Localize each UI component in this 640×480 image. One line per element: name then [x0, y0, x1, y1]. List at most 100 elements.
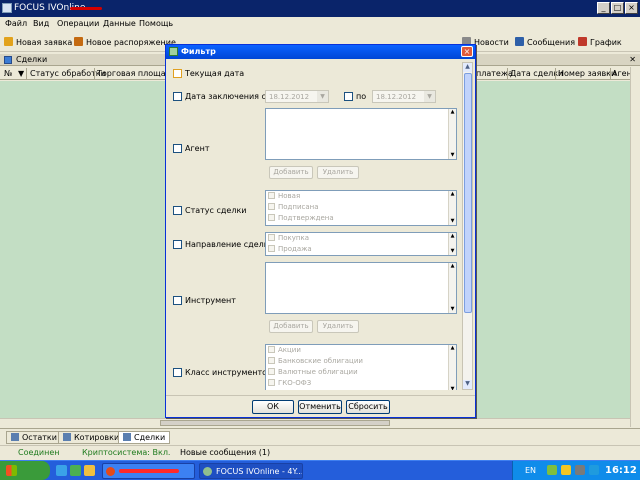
- direction-scrollbar[interactable]: ▲ ▼: [448, 233, 456, 255]
- main-vertical-scrollbar[interactable]: [630, 67, 640, 427]
- deal-status-label: Статус сделки: [185, 206, 247, 215]
- menu-operations[interactable]: Операции: [57, 19, 99, 28]
- new-order-button[interactable]: Новая заявка: [4, 37, 72, 49]
- instrument-add-button[interactable]: Добавить: [269, 320, 313, 333]
- ok-button[interactable]: ОК: [252, 400, 294, 414]
- scroll-down-icon[interactable]: ▼: [463, 380, 472, 389]
- agent-list-scrollbar[interactable]: ▲ ▼: [448, 109, 456, 159]
- messages-icon: [515, 37, 524, 46]
- dialog-vertical-scrollbar[interactable]: ▲ ▼: [462, 62, 473, 390]
- deal-status-checkbox[interactable]: [173, 206, 182, 215]
- chevron-down-icon[interactable]: ▼: [424, 91, 435, 102]
- taskbar-item-redacted[interactable]: [102, 463, 195, 479]
- deal-status-scrollbar[interactable]: ▲ ▼: [448, 191, 456, 225]
- current-date-checkbox[interactable]: [173, 69, 182, 78]
- dialog-footer: ОК Отменить Сбросить: [166, 395, 475, 417]
- start-button[interactable]: [0, 461, 50, 480]
- chart-button[interactable]: График: [578, 37, 622, 49]
- menu-file[interactable]: Файл: [5, 19, 27, 28]
- date-from-input[interactable]: 18.12.2012 ▼: [265, 90, 329, 103]
- new-instruction-button[interactable]: Новое распоряжение: [74, 37, 176, 49]
- deal-status-list[interactable]: Новая Подписана Подтверждена ▲ ▼: [265, 190, 457, 226]
- direction-label: Направление сделки: [185, 240, 274, 249]
- instrument-list-scrollbar[interactable]: ▲ ▼: [448, 263, 456, 313]
- messages-button[interactable]: Сообщения: [515, 37, 575, 49]
- main-horizontal-scrollbar[interactable]: [0, 418, 630, 427]
- agent-delete-button[interactable]: Удалить: [317, 166, 359, 179]
- dialog-scroll-thumb[interactable]: [464, 73, 472, 313]
- redacted-mark: [70, 7, 102, 10]
- menu-view[interactable]: Вид: [33, 19, 49, 28]
- date-to-input[interactable]: 18.12.2012 ▼: [372, 90, 436, 103]
- list-item[interactable]: Акции: [268, 346, 301, 356]
- current-date-label: Текущая дата: [185, 69, 245, 78]
- network-icon[interactable]: [575, 465, 585, 475]
- list-item[interactable]: ГКО-ОФЗ: [268, 379, 311, 389]
- minimize-button[interactable]: _: [597, 2, 610, 14]
- taskbar: FOCUS IVOnline - 4Y... EN 16:12: [0, 460, 640, 480]
- scrollbar-thumb[interactable]: [160, 420, 390, 426]
- list-item[interactable]: Покупка: [268, 234, 309, 244]
- instrument-class-list[interactable]: Акции Банковские облигации Валютные обли…: [265, 344, 457, 390]
- quotes-icon: [63, 433, 71, 441]
- list-item[interactable]: Подтверждена: [268, 214, 334, 224]
- date-to-checkbox[interactable]: [344, 92, 353, 101]
- list-item[interactable]: Валютные облигации: [268, 368, 358, 378]
- menu-help[interactable]: Помощь: [139, 19, 173, 28]
- tray-info-icon[interactable]: [589, 465, 599, 475]
- panel-close-icon[interactable]: ✕: [629, 55, 636, 64]
- close-window-button[interactable]: ×: [625, 2, 638, 14]
- language-indicator[interactable]: EN: [525, 466, 536, 475]
- list-item[interactable]: Банковские облигации: [268, 357, 363, 367]
- cancel-button[interactable]: Отменить: [298, 400, 342, 414]
- col-order-number[interactable]: Номер заявки: [558, 69, 616, 78]
- col-sort-icon[interactable]: ▼: [18, 69, 24, 78]
- tray-app-icon[interactable]: [547, 465, 557, 475]
- dialog-title: Фильтр: [181, 47, 216, 56]
- taskbar-item-focus[interactable]: FOCUS IVOnline - 4Y...: [199, 463, 303, 479]
- instrument-class-checkbox[interactable]: [173, 368, 182, 377]
- tab-deals[interactable]: Сделки: [118, 431, 171, 444]
- chevron-down-icon[interactable]: ▼: [317, 91, 328, 102]
- deal-date-label: Дата заключения с: [185, 92, 266, 101]
- direction-checkbox[interactable]: [173, 240, 182, 249]
- bottom-tab-bar: Остатки Котировки Сделки: [0, 428, 640, 445]
- list-item[interactable]: Подписана: [268, 203, 319, 213]
- menu-bar: Файл Вид Операции Данные Помощь: [0, 17, 640, 32]
- list-item[interactable]: Новая: [268, 192, 300, 202]
- connection-status: Соединен: [18, 448, 60, 457]
- maximize-button[interactable]: □: [611, 2, 624, 14]
- main-title-bar: FOCUS IVOnline - _ □ ×: [0, 0, 640, 17]
- tab-quotes[interactable]: Котировки: [58, 431, 125, 444]
- warning-icon[interactable]: [561, 465, 571, 475]
- instrument-list[interactable]: ▲ ▼: [265, 262, 457, 314]
- status-bar: Соединен Криптосистема: Вкл. Новые сообщ…: [0, 445, 640, 459]
- menu-data[interactable]: Данные: [103, 19, 136, 28]
- col-agent[interactable]: Аген: [612, 69, 632, 78]
- scroll-up-icon[interactable]: ▲: [463, 63, 472, 72]
- agent-checkbox[interactable]: [173, 144, 182, 153]
- new-order-icon: [4, 37, 13, 46]
- reset-button[interactable]: Сбросить: [346, 400, 390, 414]
- deal-date-checkbox[interactable]: [173, 92, 182, 101]
- focus-app-icon: [203, 467, 212, 476]
- quicklaunch-ie-icon[interactable]: [56, 465, 67, 476]
- col-number[interactable]: №: [4, 69, 12, 78]
- agent-label: Агент: [185, 144, 210, 153]
- direction-list[interactable]: Покупка Продажа ▲ ▼: [265, 232, 457, 256]
- quicklaunch-app-icon[interactable]: [70, 465, 81, 476]
- balances-icon: [11, 433, 19, 441]
- instrument-checkbox[interactable]: [173, 296, 182, 305]
- instrument-class-scrollbar[interactable]: ▲ ▼: [448, 345, 456, 390]
- deals-panel-title: Сделки: [16, 55, 48, 64]
- agent-list[interactable]: ▲ ▼: [265, 108, 457, 160]
- dialog-close-button[interactable]: ×: [461, 46, 473, 57]
- tab-balances[interactable]: Остатки: [6, 431, 62, 444]
- list-item[interactable]: Продажа: [268, 245, 312, 255]
- agent-add-button[interactable]: Добавить: [269, 166, 313, 179]
- instrument-delete-button[interactable]: Удалить: [317, 320, 359, 333]
- clock: 16:12: [605, 465, 637, 476]
- quicklaunch-folder-icon[interactable]: [84, 465, 95, 476]
- messages-status[interactable]: Новые сообщения (1): [180, 448, 270, 457]
- deals-icon: [123, 433, 131, 441]
